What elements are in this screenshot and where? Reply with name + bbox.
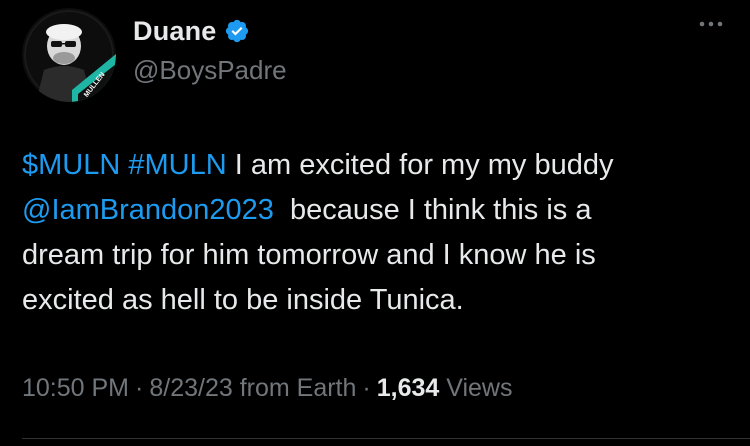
- verified-badge-icon: [224, 18, 250, 44]
- more-options-button[interactable]: [696, 14, 726, 34]
- tweet-text: $MULN #MULN I am excited for my my buddy…: [22, 143, 732, 323]
- display-name[interactable]: Duane: [133, 16, 217, 47]
- tweet-text-line3: dream trip for him tomorrow and I know h…: [22, 239, 596, 271]
- author-block[interactable]: Duane @BoysPadre: [133, 14, 287, 86]
- avatar-image: MULLEN: [22, 8, 116, 102]
- more-horizontal-icon: [699, 21, 723, 27]
- tweet-meta: 10:50 PM · 8/23/23 from Earth · 1,634 Views: [22, 374, 512, 403]
- hashtag-link[interactable]: #MULN: [128, 149, 226, 181]
- name-row: Duane: [133, 14, 287, 48]
- mention-link[interactable]: @IamBrandon2023: [22, 194, 274, 226]
- tweet-date[interactable]: 8/23/23 from Earth: [149, 374, 356, 402]
- cashtag-link[interactable]: $MULN: [22, 149, 120, 181]
- tweet-text-line1: I am excited for my my buddy: [226, 149, 614, 181]
- tweet-text-line2: because I think this is a: [273, 194, 592, 226]
- views-count[interactable]: 1,634: [377, 374, 440, 402]
- meta-separator: ·: [135, 374, 144, 402]
- tweet-time[interactable]: 10:50 PM: [22, 374, 129, 402]
- avatar[interactable]: MULLEN: [22, 8, 116, 102]
- divider: [22, 438, 750, 439]
- handle[interactable]: @BoysPadre: [133, 55, 287, 86]
- meta-separator-2: ·: [362, 374, 371, 402]
- views-label: Views: [439, 374, 513, 402]
- tweet-text-line4: excited as hell to be inside Tunica.: [22, 284, 464, 316]
- tweet: MULLEN Duane @BoysPadre $MULN #MULN I am…: [0, 0, 750, 446]
